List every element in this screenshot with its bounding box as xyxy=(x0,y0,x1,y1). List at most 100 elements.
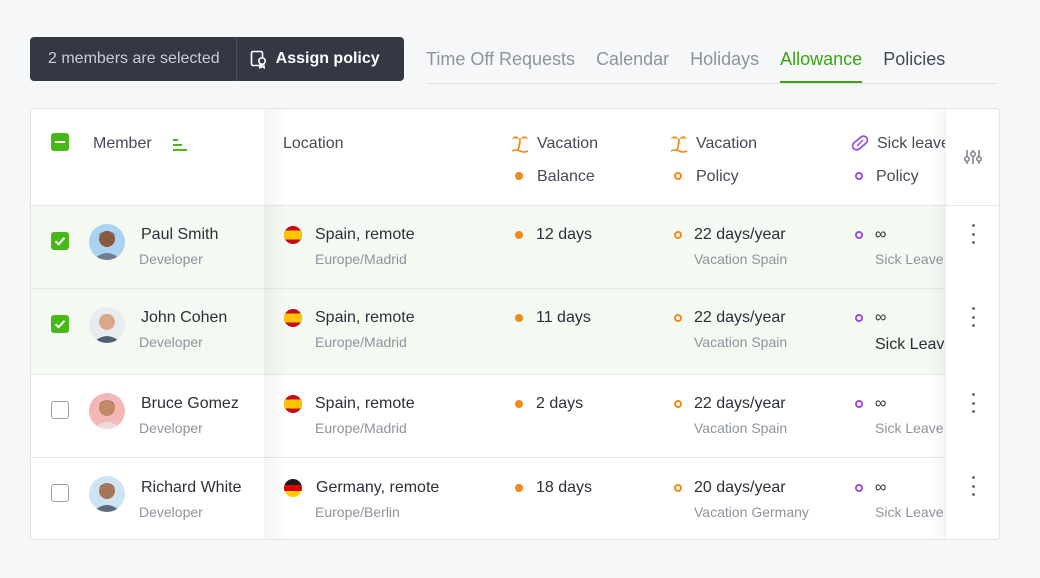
vacation-policy-name: Vacation Spain xyxy=(694,334,788,350)
row-checkbox[interactable] xyxy=(51,232,69,250)
vacation-balance-value: 2 days xyxy=(536,395,584,412)
sick-header-clip: Sick leave xyxy=(877,131,945,161)
tab-calendar[interactable]: Calendar xyxy=(596,37,669,83)
actions-column xyxy=(945,109,999,539)
vacation-policy-name: Vacation Germany xyxy=(694,504,809,520)
sick-policy-dot xyxy=(855,400,863,408)
policy-badge-icon xyxy=(250,50,266,69)
selection-bar: 2 members are selected Assign policy xyxy=(30,37,404,81)
sick-policy-value: ∞ xyxy=(875,395,887,412)
sick-cell-clip: ∞ Sick Leave Spain xyxy=(875,391,945,451)
assign-policy-button[interactable]: Assign policy xyxy=(237,37,380,81)
row-menu-icon[interactable] xyxy=(967,224,979,244)
tab-policies[interactable]: Policies xyxy=(883,37,945,83)
balance-dot xyxy=(515,400,523,408)
sick-leave-header-line1: Sick leave xyxy=(877,135,945,152)
vacation-policy-dot xyxy=(674,400,682,408)
allowance-table: Member Location Vacation Balance Vacatio… xyxy=(30,108,1000,540)
timezone-text: Europe/Madrid xyxy=(315,251,407,267)
tab-time-off-requests[interactable]: Time Off Requests xyxy=(426,37,575,83)
germany-flag-icon xyxy=(284,479,302,497)
column-settings-icon[interactable] xyxy=(963,149,982,165)
vacation-balance-header-line2: Balance xyxy=(537,168,595,185)
sick-leave-header-line2: Policy xyxy=(876,168,919,185)
table-row[interactable]: Paul Smith Developer Spain, remote Europ… xyxy=(31,206,999,289)
sick-cell-clip: ∞ Sick Leave Germany xyxy=(875,475,945,535)
sick-cell-clip: ∞ Sick Leave Spain xyxy=(875,222,945,282)
tab-holidays[interactable]: Holidays xyxy=(690,37,759,83)
table-row[interactable]: John Cohen Developer Spain, remote Europ… xyxy=(31,289,999,375)
location-column-header: Location xyxy=(283,135,344,152)
table-header: Member Location Vacation Balance Vacatio… xyxy=(31,109,999,206)
vacation-balance-value: 12 days xyxy=(536,226,593,243)
table-row[interactable]: Bruce Gomez Developer Spain, remote Euro… xyxy=(31,375,999,458)
avatar xyxy=(89,476,125,512)
balance-dot xyxy=(515,231,523,239)
tab-allowance[interactable]: Allowance xyxy=(780,37,863,83)
timezone-text: Europe/Berlin xyxy=(315,504,400,520)
vacation-policy-header-line1: Vacation xyxy=(696,135,758,152)
location-text: Spain, remote xyxy=(315,226,415,243)
select-all-checkbox[interactable] xyxy=(51,133,69,151)
location-text: Spain, remote xyxy=(315,309,415,326)
pill-icon xyxy=(851,135,869,151)
sick-policy-value: ∞ xyxy=(875,309,887,326)
member-column-header: Member xyxy=(93,135,152,152)
table-row[interactable]: Richard White Developer Germany, remote … xyxy=(31,458,999,539)
vacation-policy-header-line2: Policy xyxy=(696,168,739,185)
sort-icon[interactable] xyxy=(173,139,187,151)
vacation-policy-name: Vacation Spain xyxy=(694,420,788,436)
check-icon xyxy=(54,320,66,329)
sick-policy-dot xyxy=(855,231,863,239)
sick-policy-name: Sick Leave Spain xyxy=(875,336,945,353)
member-name[interactable]: Richard White xyxy=(141,479,241,497)
member-name[interactable]: Bruce Gomez xyxy=(141,395,239,413)
row-checkbox[interactable] xyxy=(51,484,69,502)
member-role: Developer xyxy=(139,334,203,350)
sick-policy-name: Sick Leave Spain xyxy=(875,251,945,267)
vacation-policy-value: 20 days/year xyxy=(694,479,786,496)
sick-policy-value: ∞ xyxy=(875,479,887,496)
vacation-policy-name: Vacation Spain xyxy=(694,251,788,267)
sick-leave-policy-dot xyxy=(855,172,863,180)
palm-tree-icon xyxy=(511,136,529,153)
vacation-policy-value: 22 days/year xyxy=(694,226,786,243)
balance-dot xyxy=(515,484,523,492)
avatar xyxy=(89,307,125,343)
location-text: Germany, remote xyxy=(316,479,440,496)
row-checkbox[interactable] xyxy=(51,401,69,419)
member-role: Developer xyxy=(139,504,203,520)
vacation-policy-dot xyxy=(674,231,682,239)
row-checkbox[interactable] xyxy=(51,315,69,333)
timezone-text: Europe/Madrid xyxy=(315,420,407,436)
balance-dot xyxy=(515,314,523,322)
member-name[interactable]: Paul Smith xyxy=(141,226,218,244)
check-icon xyxy=(54,237,66,246)
tab-bar: Time Off Requests Calendar Holidays Allo… xyxy=(426,37,998,84)
vacation-policy-dot xyxy=(674,172,682,180)
sick-policy-dot xyxy=(855,484,863,492)
palm-tree-icon xyxy=(670,136,688,153)
sick-policy-dot xyxy=(855,314,863,322)
row-menu-icon[interactable] xyxy=(967,393,979,413)
avatar xyxy=(89,224,125,260)
row-menu-icon[interactable] xyxy=(967,307,979,327)
spain-flag-icon xyxy=(284,309,302,327)
vacation-balance-value: 18 days xyxy=(536,479,593,496)
member-role: Developer xyxy=(139,420,203,436)
vacation-balance-dot xyxy=(515,172,523,180)
column-settings-cell xyxy=(946,109,999,206)
vacation-policy-dot xyxy=(674,314,682,322)
member-role: Developer xyxy=(139,251,203,267)
avatar xyxy=(89,393,125,429)
spain-flag-icon xyxy=(284,395,302,413)
row-menu-icon[interactable] xyxy=(967,476,979,496)
timezone-text: Europe/Madrid xyxy=(315,334,407,350)
location-text: Spain, remote xyxy=(315,395,415,412)
spain-flag-icon xyxy=(284,226,302,244)
sick-policy-name: Sick Leave Spain xyxy=(875,420,945,436)
vacation-policy-value: 22 days/year xyxy=(694,309,786,326)
member-name[interactable]: John Cohen xyxy=(141,309,227,327)
vacation-policy-dot xyxy=(674,484,682,492)
sick-cell-clip: ∞ Sick Leave Spain xyxy=(875,305,945,365)
